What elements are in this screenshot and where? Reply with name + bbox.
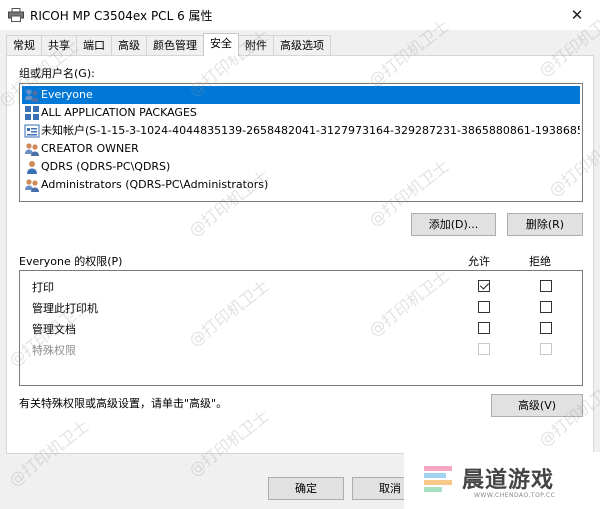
user-icon <box>27 161 37 174</box>
unknown-account-icon <box>24 124 40 138</box>
permission-name: 打印 <box>32 281 54 294</box>
tab-strip: 常规 共享 端口 高级 颜色管理 安全 附件 高级选项 <box>6 33 331 56</box>
user-name: CREATOR OWNER <box>41 142 139 155</box>
advanced-hint-text: 有关特殊权限或高级设置，请单击"高级"。 <box>19 397 228 410</box>
users-group-icon <box>25 143 39 156</box>
tab-ports[interactable]: 端口 <box>76 35 112 56</box>
permission-name: 管理此打印机 <box>32 302 98 315</box>
ok-button[interactable]: 确定 <box>268 477 344 500</box>
permissions-label: Everyone 的权限(P) <box>19 255 123 268</box>
deny-checkbox[interactable] <box>540 280 552 292</box>
deny-checkbox[interactable] <box>540 301 552 313</box>
list-item[interactable]: ALL APPLICATION PACKAGES <box>22 104 580 122</box>
close-icon[interactable]: ✕ <box>554 0 600 30</box>
allow-checkbox[interactable] <box>478 322 490 334</box>
user-list[interactable]: Everyone ALL APPLICATION PACKAGES 未知帐户(S… <box>19 83 583 202</box>
deny-checkbox <box>540 343 552 355</box>
permission-row: 管理此打印机 <box>20 297 582 317</box>
permission-row: 特殊权限 <box>20 339 582 359</box>
tab-general[interactable]: 常规 <box>6 35 42 56</box>
package-icon <box>25 106 39 120</box>
printer-icon <box>8 8 24 22</box>
deny-column-header: 拒绝 <box>529 255 551 268</box>
list-item[interactable]: 未知帐户(S-1-15-3-1024-4044835139-2658482041… <box>22 122 580 140</box>
users-group-icon <box>25 89 39 102</box>
allow-column-header: 允许 <box>468 255 490 268</box>
user-name: 未知帐户(S-1-15-3-1024-4044835139-2658482041… <box>41 124 580 137</box>
user-name: Administrators (QDRS-PC\Administrators) <box>41 178 269 191</box>
tab-advanced-options[interactable]: 高级选项 <box>273 35 331 56</box>
overlay-logo: 晨道游戏 WWW.CHENDAO.TOP.CC <box>404 452 600 509</box>
group-or-user-label: 组或用户名(G): <box>19 67 95 80</box>
list-item[interactable]: Administrators (QDRS-PC\Administrators) <box>22 176 580 194</box>
security-panel: 组或用户名(G): Everyone ALL APPLICATION PACKA… <box>6 55 594 454</box>
permission-name: 特殊权限 <box>32 344 76 357</box>
advanced-button[interactable]: 高级(V) <box>491 394 583 417</box>
list-item[interactable]: CREATOR OWNER <box>22 140 580 158</box>
tab-advanced[interactable]: 高级 <box>111 35 147 56</box>
add-button[interactable]: 添加(D)... <box>411 213 496 236</box>
logo-mark-icon <box>424 466 452 492</box>
permission-name: 管理文档 <box>32 323 76 336</box>
user-name: QDRS (QDRS-PC\QDRS) <box>41 160 171 173</box>
allow-checkbox[interactable] <box>478 280 490 292</box>
list-item[interactable]: QDRS (QDRS-PC\QDRS) <box>22 158 580 176</box>
tab-accessories[interactable]: 附件 <box>238 35 274 56</box>
logo-brand-text: 晨道游戏 <box>462 468 555 493</box>
tab-sharing[interactable]: 共享 <box>41 35 77 56</box>
tab-color-management[interactable]: 颜色管理 <box>146 35 204 56</box>
tab-security[interactable]: 安全 <box>203 33 239 56</box>
deny-checkbox[interactable] <box>540 322 552 334</box>
logo-url-text: WWW.CHENDAO.TOP.CC <box>474 492 556 499</box>
permission-row: 管理文档 <box>20 318 582 338</box>
permission-row: 打印 <box>20 276 582 296</box>
remove-button[interactable]: 删除(R) <box>507 213 583 236</box>
user-name: Everyone <box>41 88 93 101</box>
list-item[interactable]: Everyone <box>22 86 580 104</box>
users-group-icon <box>25 179 39 192</box>
allow-checkbox[interactable] <box>478 301 490 313</box>
window-title: RICOH MP C3504ex PCL 6 属性 <box>30 9 213 23</box>
title-bar: RICOH MP C3504ex PCL 6 属性 ✕ <box>0 0 600 30</box>
user-name: ALL APPLICATION PACKAGES <box>41 106 197 119</box>
permissions-list: 打印 管理此打印机 管理文档 特殊权限 <box>19 270 583 386</box>
allow-checkbox <box>478 343 490 355</box>
